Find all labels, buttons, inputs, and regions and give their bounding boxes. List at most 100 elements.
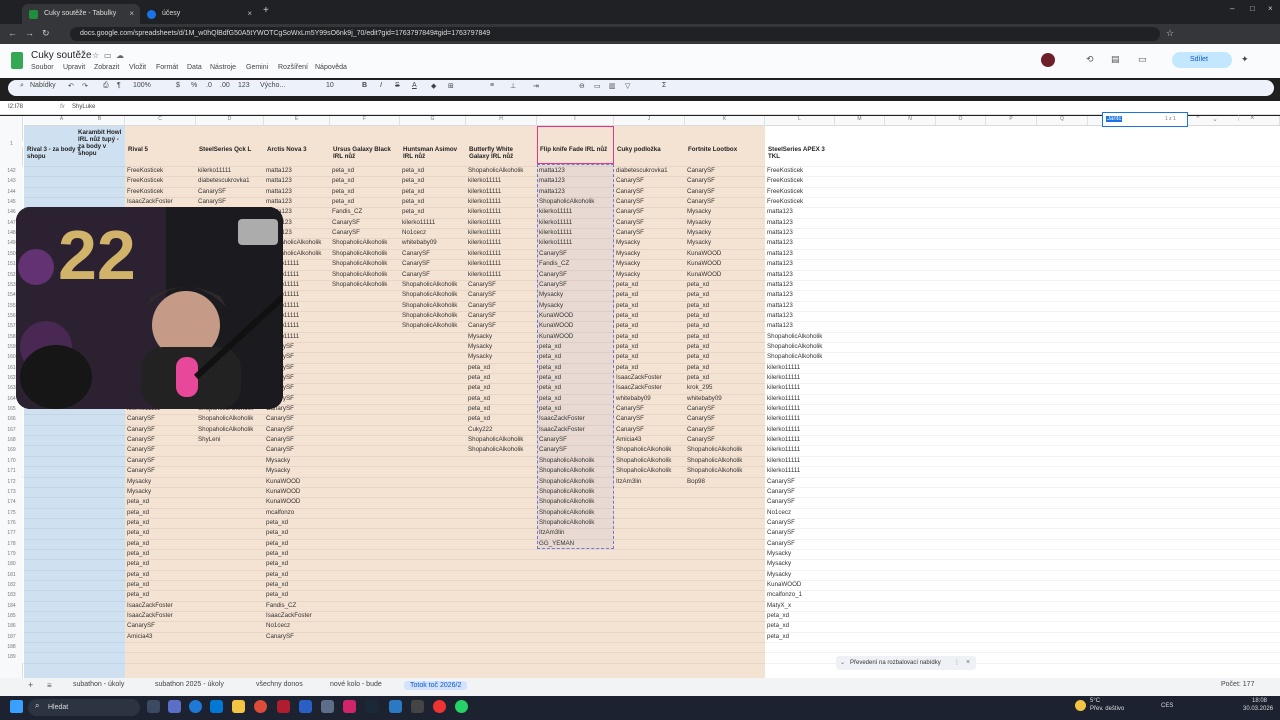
table-cell[interactable]: peta_xd [266, 570, 329, 580]
table-cell[interactable]: MatyX_x [767, 601, 834, 611]
table-cell[interactable]: peta_xd [127, 518, 195, 528]
valign-icon[interactable]: ⊥ [510, 82, 516, 90]
table-cell[interactable]: peta_xd [266, 559, 329, 569]
table-cell[interactable]: ShyLeni [198, 435, 263, 445]
opera-icon[interactable] [433, 700, 446, 713]
table-cell[interactable]: IsaacZackFoster [616, 373, 684, 383]
table-cell[interactable]: CanarySF [687, 197, 764, 207]
table-cell[interactable]: peta_xd [468, 414, 536, 424]
column-header[interactable]: J [614, 116, 685, 126]
table-cell[interactable]: kilerko11111 [468, 218, 536, 228]
table-cell[interactable]: matta123 [539, 187, 613, 197]
column-header[interactable]: C [125, 116, 196, 126]
table-cell[interactable]: peta_xd [127, 497, 195, 507]
table-cell[interactable]: peta_xd [539, 363, 613, 373]
find-input[interactable]: Jantc 1 z 1 [1102, 112, 1188, 127]
table-cell[interactable]: CanarySF [539, 445, 613, 455]
table-cell[interactable]: IsaacZackFoster [127, 197, 195, 207]
table-cell[interactable]: matta123 [266, 176, 329, 186]
table-cell[interactable]: IsaacZackFoster [539, 414, 613, 424]
table-cell[interactable]: CanarySF [767, 518, 834, 528]
borders-icon[interactable]: ⊞ [448, 82, 454, 90]
table-cell[interactable]: KunaWOOD [266, 497, 329, 507]
table-cell[interactable]: ShopaholicAlkoholik [767, 332, 834, 342]
table-cell[interactable]: matta123 [767, 228, 834, 238]
table-cell[interactable]: peta_xd [332, 166, 399, 176]
find-close-icon[interactable]: × [1250, 113, 1255, 122]
redo-icon[interactable]: ↷ [82, 82, 88, 90]
sheet-tab-nove-kolo[interactable]: nové kolo - bude [330, 681, 382, 688]
table-cell[interactable]: kilerko11111 [767, 383, 834, 393]
table-cell[interactable]: Mysacky [767, 559, 834, 569]
column-header[interactable]: B [75, 116, 125, 126]
table-cell[interactable]: peta_xd [266, 580, 329, 590]
table-cell[interactable]: peta_xd [468, 394, 536, 404]
table-cell[interactable]: CanarySF [687, 414, 764, 424]
table-cell[interactable]: ShopaholicAlkoholik [402, 280, 465, 290]
table-cell[interactable]: CanarySF [127, 414, 195, 424]
edge-icon[interactable] [189, 700, 202, 713]
table-cell[interactable]: CanarySF [616, 197, 684, 207]
table-cell[interactable]: kilerko11111 [539, 218, 613, 228]
comment-icon[interactable]: ▭ [594, 82, 601, 90]
table-cell[interactable]: peta_xd [332, 187, 399, 197]
table-cell[interactable]: kilerko11111 [767, 363, 834, 373]
table-cell[interactable]: CanarySF [767, 539, 834, 549]
table-cell[interactable]: kilerko11111 [539, 207, 613, 217]
column-header[interactable]: I [537, 116, 614, 126]
table-cell[interactable]: FreeKosticek [767, 187, 834, 197]
table-cell[interactable]: CanarySF [127, 456, 195, 466]
table-cell[interactable]: CanarySF [767, 528, 834, 538]
table-cell[interactable]: peta_xd [687, 352, 764, 362]
table-cell[interactable]: CanarySF [539, 435, 613, 445]
table-cell[interactable]: CanarySF [198, 187, 263, 197]
table-cell[interactable]: ShopaholicAlkoholik [687, 456, 764, 466]
table-cell[interactable]: CanarySF [616, 187, 684, 197]
table-cell[interactable]: kilerko11111 [539, 228, 613, 238]
table-cell[interactable]: peta_xd [127, 559, 195, 569]
table-cell[interactable]: Mysacky [266, 466, 329, 476]
steam-icon[interactable] [365, 700, 378, 713]
formula-input[interactable]: ShyLuke [72, 104, 95, 110]
text-color-icon[interactable]: A [412, 82, 417, 89]
table-cell[interactable]: ShopaholicAlkoholik [468, 166, 536, 176]
table-cell[interactable]: peta_xd [402, 166, 465, 176]
table-cell[interactable]: ShopaholicAlkoholik [539, 497, 613, 507]
table-cell[interactable]: FreeKosticek [767, 166, 834, 176]
gemini-icon[interactable]: ✦ [1241, 54, 1249, 65]
table-cell[interactable]: Mysacky [616, 238, 684, 248]
star-icon[interactable]: ☆ [92, 51, 99, 60]
table-cell[interactable]: KunaWOOD [266, 487, 329, 497]
table-cell[interactable]: diabetescukrovka1 [616, 166, 684, 176]
table-cell[interactable]: peta_xd [539, 383, 613, 393]
table-cell[interactable]: matta123 [767, 218, 834, 228]
app-icon[interactable] [411, 700, 424, 713]
table-cell[interactable]: peta_xd [539, 404, 613, 414]
column-header[interactable]: Q [1037, 116, 1088, 126]
undo-icon[interactable]: ↶ [68, 82, 74, 90]
reload-icon[interactable]: ↻ [42, 28, 50, 39]
table-cell[interactable]: Amicia43 [127, 632, 195, 642]
task-view-icon[interactable] [147, 700, 160, 713]
table-cell[interactable]: FreeKosticek [767, 176, 834, 186]
table-cell[interactable]: kilerko11111 [539, 238, 613, 248]
sheet-tab-donos[interactable]: všechny donos [256, 681, 303, 688]
table-cell[interactable]: peta_xd [687, 301, 764, 311]
table-cell[interactable]: matta123 [767, 311, 834, 321]
comments-icon[interactable]: ▤ [1111, 54, 1120, 65]
table-cell[interactable]: kilerko11111 [468, 207, 536, 217]
table-cell[interactable]: Mysacky [539, 290, 613, 300]
address-bar[interactable]: docs.google.com/spreadsheets/d/1M_w0hQlB… [70, 27, 1160, 41]
table-cell[interactable]: ShopaholicAlkoholik [332, 270, 399, 280]
table-cell[interactable]: matta123 [767, 280, 834, 290]
header-cell[interactable]: Huntsman Asimov IRL nůž [403, 146, 463, 160]
table-cell[interactable]: ShopaholicAlkoholik [468, 435, 536, 445]
table-cell[interactable]: Mysacky [127, 477, 195, 487]
sheet-tab-subathon[interactable]: subathon - úkoly [73, 681, 124, 688]
table-cell[interactable]: CanarySF [687, 187, 764, 197]
table-cell[interactable]: CanarySF [616, 207, 684, 217]
table-cell[interactable]: kilerko11111 [767, 466, 834, 476]
table-cell[interactable]: peta_xd [687, 311, 764, 321]
history-icon[interactable]: ⟲ [1086, 54, 1094, 65]
table-cell[interactable]: CanarySF [266, 632, 329, 642]
